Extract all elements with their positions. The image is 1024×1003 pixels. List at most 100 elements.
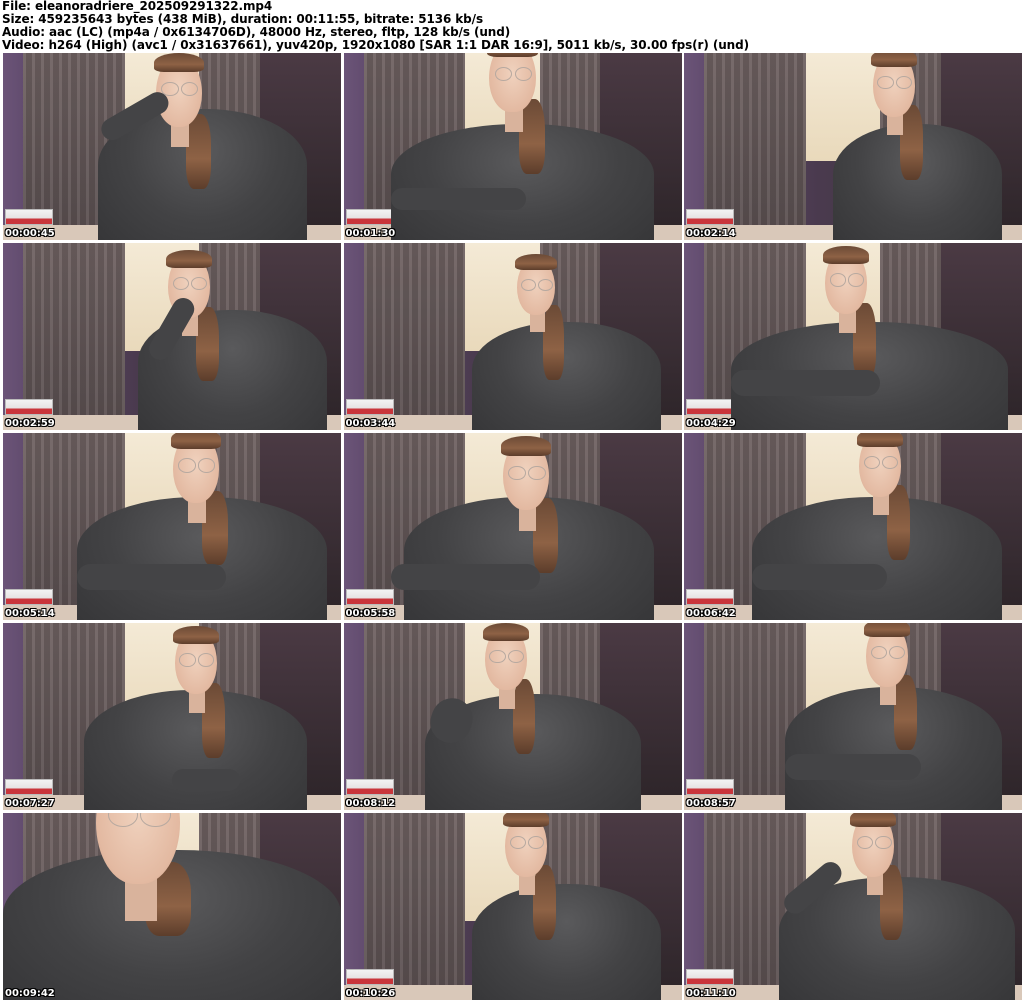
- person-hair: [853, 302, 876, 378]
- thumbnail-grid: 00:00:45 00:01:30 00:02:14 00:02:59 00:03:44…: [3, 53, 1022, 1001]
- person-hair-top: [863, 623, 910, 637]
- scene-box: [686, 969, 734, 986]
- thumbnail-timestamp: 00:10:26: [345, 988, 396, 999]
- thumbnail-timestamp: 00:09:42: [5, 988, 55, 999]
- video-thumbnail: 00:08:57: [684, 623, 1022, 810]
- video-thumbnail: 00:05:14: [3, 433, 341, 620]
- video-thumbnail: 00:11:10: [684, 813, 1022, 1000]
- thumbnail-timestamp: 00:04:29: [686, 418, 736, 429]
- audio-info-line: Audio: aac (LC) (mp4a / 0x6134706D), 480…: [2, 26, 511, 39]
- person-hair-top: [172, 626, 219, 645]
- glasses-icon: [829, 273, 847, 287]
- person-hair-top: [487, 53, 538, 58]
- person-hair: [202, 490, 228, 566]
- video-thumbnail: 00:02:14: [684, 53, 1022, 240]
- glasses-icon: [538, 278, 553, 291]
- person-arm: [77, 563, 227, 591]
- scene-box: [345, 589, 394, 606]
- scene-box: [345, 969, 394, 986]
- glasses-icon: [870, 645, 887, 660]
- thumbnail-timestamp: 00:03:44: [345, 418, 396, 429]
- thumbnail-timestamp: 00:11:10: [686, 988, 736, 999]
- thumbnail-timestamp: 00:00:45: [5, 228, 55, 239]
- scene-box: [686, 779, 734, 796]
- video-thumbnail: 00:02:59: [3, 243, 341, 430]
- glasses-icon: [877, 75, 894, 90]
- person-hair-top: [153, 53, 204, 73]
- scene-box: [5, 399, 53, 416]
- person-torso: [471, 884, 662, 1000]
- video-thumbnail: 00:04:29: [684, 243, 1022, 430]
- glasses-icon: [508, 465, 527, 481]
- person-arm: [390, 187, 526, 211]
- scene-box: [345, 209, 394, 226]
- video-info-line: Video: h264 (High) (avc1 / 0x31637661), …: [2, 39, 749, 52]
- glasses-icon: [528, 465, 546, 481]
- video-thumbnail: 00:09:42: [3, 813, 341, 1000]
- person-arm: [172, 768, 240, 792]
- person-arm: [785, 753, 921, 781]
- person-hair: [880, 865, 903, 941]
- scene-box: [5, 209, 53, 226]
- file-size-line: Size: 459235643 bytes (438 MiB), duratio…: [2, 13, 483, 26]
- scene-box: [345, 399, 394, 416]
- scene-box: [5, 779, 53, 796]
- scene-box: [686, 399, 734, 416]
- thumbnail-timestamp: 00:08:12: [345, 798, 396, 809]
- thumbnail-timestamp: 00:07:27: [5, 798, 55, 809]
- person-hair: [202, 682, 226, 758]
- glasses-icon: [197, 653, 214, 667]
- video-thumbnail: 00:03:44: [343, 243, 682, 430]
- person-hair-top: [857, 433, 903, 447]
- file-info-header: File: eleanoradriere_202509291322.mp4 Si…: [2, 0, 1022, 52]
- person-hair: [900, 105, 924, 181]
- scene-box: [686, 589, 734, 606]
- person-arm: [390, 563, 540, 591]
- person-hair: [519, 99, 545, 175]
- person-arm: [751, 563, 887, 591]
- person-hair: [532, 498, 559, 573]
- scene-box: [686, 209, 734, 226]
- thumbnail-timestamp: 00:02:14: [686, 228, 736, 239]
- video-thumbnail: 00:01:30: [343, 53, 682, 240]
- person-hair: [886, 485, 910, 561]
- thumbnail-timestamp: 00:06:42: [686, 608, 736, 619]
- glasses-icon: [895, 75, 912, 90]
- person-hair-top: [870, 53, 917, 67]
- glasses-icon: [197, 458, 216, 473]
- person-hair: [893, 675, 917, 751]
- video-thumbnail: 00:07:27: [3, 623, 341, 810]
- scene-box: [5, 589, 53, 606]
- person-hair-top: [503, 813, 549, 827]
- glasses-icon: [507, 649, 524, 664]
- file-name-line: File: eleanoradriere_202509291322.mp4: [2, 0, 273, 13]
- glasses-icon: [177, 458, 196, 473]
- person-torso: [471, 321, 662, 430]
- person-hair: [542, 305, 564, 380]
- person-head: [489, 53, 536, 112]
- thumbnail-timestamp: 00:02:59: [5, 418, 55, 429]
- person-hair-top: [850, 813, 897, 827]
- glasses-icon: [521, 278, 537, 291]
- thumbnail-timestamp: 00:05:58: [345, 608, 396, 619]
- glasses-icon: [875, 835, 892, 850]
- scene-box: [345, 779, 394, 796]
- glasses-icon: [179, 653, 196, 667]
- person-arm: [731, 370, 881, 397]
- video-thumbnail: 00:06:42: [684, 433, 1022, 620]
- thumbnail-timestamp: 00:05:14: [5, 608, 55, 619]
- person-hair-top: [500, 436, 552, 457]
- glasses-icon: [489, 649, 506, 664]
- person-hair-top: [823, 246, 870, 265]
- person-hair-top: [482, 623, 529, 641]
- video-thumbnail: 00:10:26: [343, 813, 682, 1000]
- video-thumbnail: 00:08:12: [343, 623, 682, 810]
- thumbnail-timestamp: 00:08:57: [686, 798, 736, 809]
- person-hair: [195, 306, 219, 382]
- person-hair-top: [170, 433, 221, 449]
- person-hair: [512, 679, 536, 754]
- video-thumbnail: 00:05:58: [343, 433, 682, 620]
- person-hair-top: [515, 253, 558, 270]
- person-hair: [185, 114, 211, 190]
- person-hair-top: [165, 250, 212, 269]
